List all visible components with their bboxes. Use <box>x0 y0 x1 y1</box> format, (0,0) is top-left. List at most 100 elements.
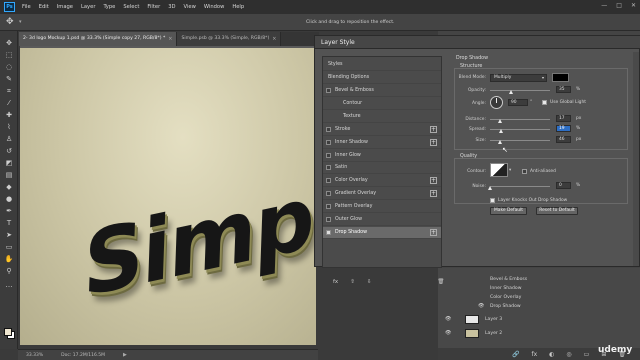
size-input[interactable]: 46 <box>556 136 571 143</box>
fx-icon[interactable]: fx <box>333 279 338 285</box>
noise-input[interactable]: 0 <box>556 182 571 189</box>
anti-aliased-checkbox[interactable] <box>522 169 527 174</box>
minimize-icon[interactable]: — <box>601 2 607 9</box>
style-item-inner-shadow[interactable]: Inner Shadow + <box>323 137 441 149</box>
close-icon[interactable]: × <box>272 32 276 46</box>
layer-effect-item[interactable]: 👁 Drop Shadow <box>438 300 640 312</box>
move-down-icon[interactable]: ⇩ <box>367 279 372 285</box>
blend-mode-select[interactable]: Multiply ▾ <box>490 74 547 82</box>
quick-select-icon[interactable]: ✎ <box>4 75 14 83</box>
style-checkbox[interactable] <box>326 217 331 222</box>
menu-help[interactable]: Help <box>232 4 244 10</box>
style-item-drop-shadow[interactable]: Drop Shadow + <box>323 226 441 239</box>
use-global-light-checkbox[interactable] <box>542 100 547 105</box>
angle-dial[interactable] <box>490 96 503 109</box>
pen-icon[interactable]: ✒ <box>4 207 14 215</box>
size-slider-thumb[interactable] <box>498 140 503 144</box>
style-item-gradient-overlay[interactable]: Gradient Overlay + <box>323 188 441 201</box>
style-checkbox[interactable] <box>326 152 331 158</box>
tab-simple-psb[interactable]: Simple.psb @ 33.3% (Simple, RGB/8*) × <box>177 32 282 46</box>
style-checkbox[interactable] <box>326 126 331 132</box>
chevron-down-icon[interactable]: ▾ <box>509 168 511 173</box>
opacity-slider-thumb[interactable] <box>508 90 513 94</box>
gradient-icon[interactable]: ▤ <box>4 171 14 179</box>
menu-edit[interactable]: Edit <box>39 4 49 10</box>
style-item-contour[interactable]: Contour <box>323 98 441 110</box>
add-effect-icon[interactable]: + <box>430 228 437 236</box>
zoom-level[interactable]: 33.33% <box>26 353 43 358</box>
menu-3d[interactable]: 3D <box>168 4 175 10</box>
maximize-icon[interactable]: □ <box>616 2 622 9</box>
opacity-input[interactable]: 35 <box>556 86 571 93</box>
add-style-icon[interactable]: fx <box>531 351 537 358</box>
crop-icon[interactable]: ⌗ <box>4 87 14 95</box>
menu-filter[interactable]: Filter <box>147 4 160 10</box>
menu-file[interactable]: File <box>22 4 31 10</box>
style-checkbox[interactable] <box>326 178 331 184</box>
chevron-down-icon[interactable]: ▾ <box>19 19 22 25</box>
menu-window[interactable]: Window <box>204 4 224 10</box>
add-effect-icon[interactable]: + <box>430 138 437 146</box>
eraser-icon[interactable]: ◩ <box>4 159 14 167</box>
add-effect-icon[interactable]: + <box>430 177 437 185</box>
status-menu-arrow-icon[interactable]: ▶ <box>123 352 127 358</box>
eye-icon[interactable]: 👁 <box>445 316 451 322</box>
distance-input[interactable]: 17 <box>556 115 571 122</box>
styles-header[interactable]: Styles <box>323 59 441 71</box>
adjustment-layer-icon[interactable]: ◎ <box>566 351 571 358</box>
close-icon[interactable]: ✕ <box>631 2 636 9</box>
menu-view[interactable]: View <box>184 4 196 10</box>
type-tool-icon[interactable]: T <box>4 219 14 227</box>
blending-options-item[interactable]: Blending Options <box>323 72 441 84</box>
style-checkbox[interactable] <box>326 191 331 197</box>
healing-icon[interactable]: ✚ <box>4 111 14 119</box>
layer-row[interactable]: 👁 Layer 2 <box>438 327 640 339</box>
make-default-button[interactable]: Make Default <box>490 207 527 215</box>
style-checkbox[interactable] <box>326 204 331 210</box>
brush-icon[interactable]: ⌇ <box>4 123 14 131</box>
menu-layer[interactable]: Layer <box>81 4 95 10</box>
opacity-slider-track[interactable] <box>490 90 550 91</box>
zoom-icon[interactable]: ⚲ <box>4 267 14 275</box>
menu-type[interactable]: Type <box>103 4 115 10</box>
knocks-out-checkbox[interactable] <box>490 198 495 203</box>
spread-slider-thumb[interactable] <box>498 129 503 133</box>
menu-select[interactable]: Select <box>123 4 139 10</box>
menu-image[interactable]: Image <box>57 4 73 10</box>
distance-slider-thumb[interactable] <box>497 119 502 123</box>
noise-slider-track[interactable] <box>490 186 550 187</box>
shape-icon[interactable]: ▭ <box>4 243 14 251</box>
move-up-icon[interactable]: ⇧ <box>350 279 355 285</box>
style-item-bevel-emboss[interactable]: Bevel & Emboss <box>323 85 441 97</box>
move-tool-icon[interactable]: ✥ <box>6 17 14 27</box>
blur-icon[interactable]: ◆ <box>4 183 14 191</box>
marquee-icon[interactable]: ⬚ <box>4 51 14 59</box>
add-effect-icon[interactable]: + <box>430 190 437 198</box>
contour-picker[interactable] <box>490 163 508 177</box>
style-item-color-overlay[interactable]: Color Overlay + <box>323 175 441 188</box>
close-icon[interactable]: × <box>168 32 172 46</box>
tab-mockup[interactable]: 2- 3d logo Mockup 1.psd @ 33.3% (Simple … <box>19 32 178 46</box>
reset-default-button[interactable]: Reset to Default <box>536 207 578 215</box>
add-mask-icon[interactable]: ◐ <box>549 351 554 358</box>
more-tools-icon[interactable]: … <box>4 281 14 289</box>
eyedropper-icon[interactable]: ⁄ <box>4 99 14 107</box>
eye-icon[interactable]: 👁 <box>478 303 484 309</box>
style-item-outer-glow[interactable]: Outer Glow <box>323 214 441 226</box>
link-layers-icon[interactable]: 🔗 <box>512 351 519 358</box>
style-checkbox[interactable] <box>326 139 331 145</box>
noise-slider-thumb[interactable] <box>487 186 492 190</box>
foreground-color-swatch[interactable] <box>4 328 12 336</box>
lasso-icon[interactable]: ◌ <box>4 63 14 71</box>
style-item-pattern-overlay[interactable]: Pattern Overlay <box>323 201 441 214</box>
style-item-satin[interactable]: Satin <box>323 162 441 175</box>
style-checkbox[interactable] <box>326 165 331 171</box>
move-icon[interactable]: ✥ <box>4 39 14 47</box>
dialog-scrollbar[interactable] <box>633 52 639 266</box>
eye-icon[interactable]: 👁 <box>445 330 451 336</box>
add-effect-icon[interactable]: + <box>430 125 437 133</box>
hand-icon[interactable]: ✋ <box>4 255 14 263</box>
layer-row[interactable]: 👁 Layer 3 <box>438 313 640 325</box>
style-item-texture[interactable]: Texture <box>323 111 441 123</box>
style-checkbox[interactable] <box>326 88 331 93</box>
